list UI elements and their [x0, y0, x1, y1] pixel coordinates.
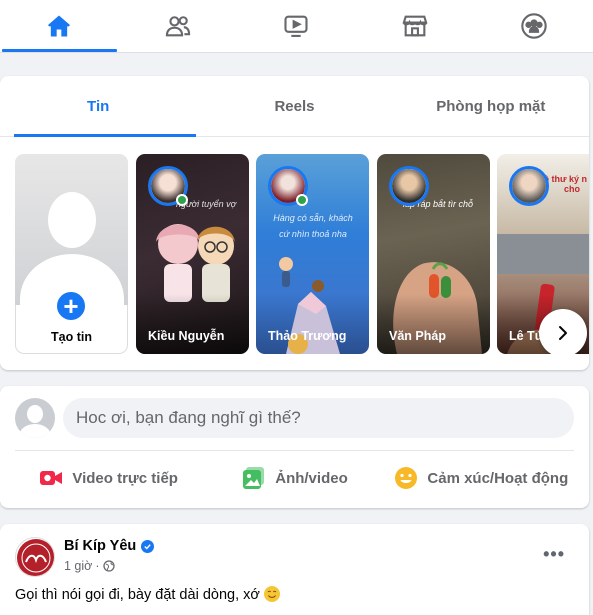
photo-icon — [243, 467, 265, 489]
page-logo — [17, 539, 54, 576]
live-video-button[interactable]: Video trực tiếp — [15, 456, 201, 500]
composer-input[interactable]: Hoc ơi, bạn đang nghĩ gì thế? — [63, 398, 574, 438]
friends-icon — [165, 16, 191, 37]
story-author-name: Văn Pháp — [389, 329, 446, 343]
story-caption: Hàng có sẵn, khách cứ nhìn thoả nha — [273, 213, 353, 239]
online-indicator — [296, 194, 308, 206]
story-card[interactable]: lắp ráp bắt tìr chỗ Văn Pháp — [377, 154, 490, 354]
feeling-icon — [395, 467, 418, 489]
story-image — [156, 224, 235, 302]
photo-video-label: Ảnh/video — [275, 469, 348, 487]
meta-separator: · — [95, 559, 100, 573]
stories-next-button[interactable] — [539, 309, 587, 354]
story-author-name: Thảo Trương — [268, 329, 347, 343]
stories-card: Tin Reels Phòng họp mặt + Tạo tin người … — [0, 76, 589, 370]
smiling-emoji-icon — [263, 586, 280, 602]
avatar[interactable] — [15, 398, 55, 438]
verified-icon — [141, 539, 155, 553]
photo-video-button[interactable]: Ảnh/video — [201, 456, 387, 500]
stories-tabs: Tin Reels Phòng họp mặt — [0, 76, 589, 137]
create-story-label: Tạo tin — [51, 330, 92, 344]
story-avatar — [389, 166, 429, 206]
tab-reels[interactable]: Reels — [196, 76, 392, 136]
story-author-name: Kiều Nguyễn — [148, 329, 225, 343]
post-author-name[interactable]: Bí Kíp Yêu — [64, 538, 136, 554]
top-navigation — [0, 0, 593, 53]
story-card[interactable]: Hàng có sẵn, khách cứ nhìn thoả nha Thảo… — [256, 154, 369, 354]
nav-tab-groups[interactable] — [474, 0, 593, 52]
online-indicator — [176, 194, 188, 206]
post-body: Gọi thì nói gọi đi, bày đặt dài dòng, xớ — [15, 587, 260, 603]
story-card[interactable]: người tuyển vợ Kiều Nguyễn — [136, 154, 249, 354]
post-author[interactable]: Bí Kíp Yêu — [64, 538, 155, 554]
stories-row: + Tạo tin người tuyển vợ Kiều Nguyễn Hàn… — [15, 154, 589, 354]
home-icon — [48, 15, 71, 37]
tab-stories[interactable]: Tin — [0, 76, 197, 137]
globe-icon — [102, 560, 115, 572]
nav-tab-home[interactable] — [0, 0, 119, 52]
divider — [15, 450, 574, 451]
nav-tab-marketplace[interactable] — [356, 0, 475, 52]
live-video-icon — [40, 471, 63, 485]
live-video-label: Video trực tiếp — [72, 469, 178, 487]
nav-tab-watch[interactable] — [237, 0, 356, 52]
groups-icon — [520, 13, 547, 39]
page-avatar[interactable] — [15, 537, 55, 577]
store-icon — [402, 15, 428, 37]
more-options-icon[interactable]: ••• — [543, 544, 565, 565]
video-icon — [284, 15, 309, 37]
story-avatar — [509, 166, 549, 206]
post-text: Gọi thì nói gọi đi, bày đặt dài dòng, xớ — [15, 586, 280, 603]
create-story-avatar — [15, 154, 128, 305]
plus-icon[interactable]: + — [53, 288, 89, 324]
chevron-right-icon — [559, 326, 567, 340]
tab-rooms[interactable]: Phòng họp mặt — [393, 76, 589, 136]
post-meta: 1 giờ · — [64, 559, 115, 573]
nav-tab-friends[interactable] — [119, 0, 238, 52]
feed-post: Bí Kíp Yêu 1 giờ · ••• Gọi thì nói gọi đ… — [0, 524, 589, 615]
post-composer: Hoc ơi, bạn đang nghĩ gì thế? Video trực… — [0, 386, 589, 508]
post-time[interactable]: 1 giờ — [64, 559, 92, 573]
feeling-activity-label: Cảm xúc/Hoạt động — [427, 469, 569, 487]
create-story-card[interactable]: + Tạo tin — [15, 154, 128, 354]
feeling-activity-button[interactable]: Cảm xúc/Hoạt động — [388, 456, 574, 500]
